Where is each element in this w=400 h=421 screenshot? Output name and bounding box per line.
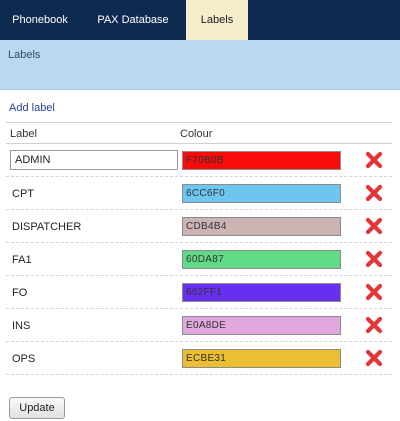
delete-icon[interactable]: [364, 150, 384, 170]
label-name: OPS: [12, 353, 36, 365]
colour-picker-field[interactable]: E0A8DE: [182, 316, 341, 335]
colour-picker-field[interactable]: F70B0B: [182, 151, 341, 170]
colour-picker-field[interactable]: CDB4B4: [182, 217, 341, 236]
colour-picker-field[interactable]: 6CC6F0: [182, 184, 341, 203]
delete-icon[interactable]: [364, 315, 384, 335]
update-button[interactable]: Update: [9, 397, 65, 419]
colour-picker-field[interactable]: 60DA87: [182, 250, 341, 269]
table-row: DISPATCHER CDB4B4: [6, 210, 392, 243]
delete-icon[interactable]: [364, 249, 384, 269]
label-name-input[interactable]: [10, 150, 178, 170]
column-header-colour: Colour: [180, 128, 213, 140]
delete-icon[interactable]: [364, 183, 384, 203]
section-header: Labels: [0, 40, 400, 90]
table-row: INS E0A8DE: [6, 309, 392, 342]
tab-labels[interactable]: Labels: [186, 0, 248, 40]
delete-icon[interactable]: [364, 216, 384, 236]
delete-icon[interactable]: [364, 282, 384, 302]
table-row: FO 662FF1: [6, 276, 392, 309]
delete-icon[interactable]: [364, 348, 384, 368]
table-row: CPT 6CC6F0: [6, 177, 392, 210]
label-name: FA1: [12, 254, 32, 266]
tab-bar: Phonebook PAX Database Labels: [0, 0, 400, 40]
colour-picker-field[interactable]: ECBE31: [182, 349, 341, 368]
table-row: OPS ECBE31: [6, 342, 392, 375]
label-name: INS: [12, 320, 31, 332]
tab-pax-database[interactable]: PAX Database: [80, 0, 186, 40]
table-row: F70B0B: [6, 144, 392, 177]
tab-phonebook[interactable]: Phonebook: [0, 0, 80, 40]
label-name: CPT: [12, 188, 34, 200]
add-label-link[interactable]: Add label: [9, 102, 55, 114]
column-header-label: Label: [10, 128, 37, 140]
section-title: Labels: [8, 49, 41, 61]
colour-picker-field[interactable]: 662FF1: [182, 283, 341, 302]
table-header: Label Colour: [6, 122, 392, 144]
label-name: DISPATCHER: [12, 221, 82, 233]
table-row: FA1 60DA87: [6, 243, 392, 276]
label-name: FO: [12, 287, 28, 299]
